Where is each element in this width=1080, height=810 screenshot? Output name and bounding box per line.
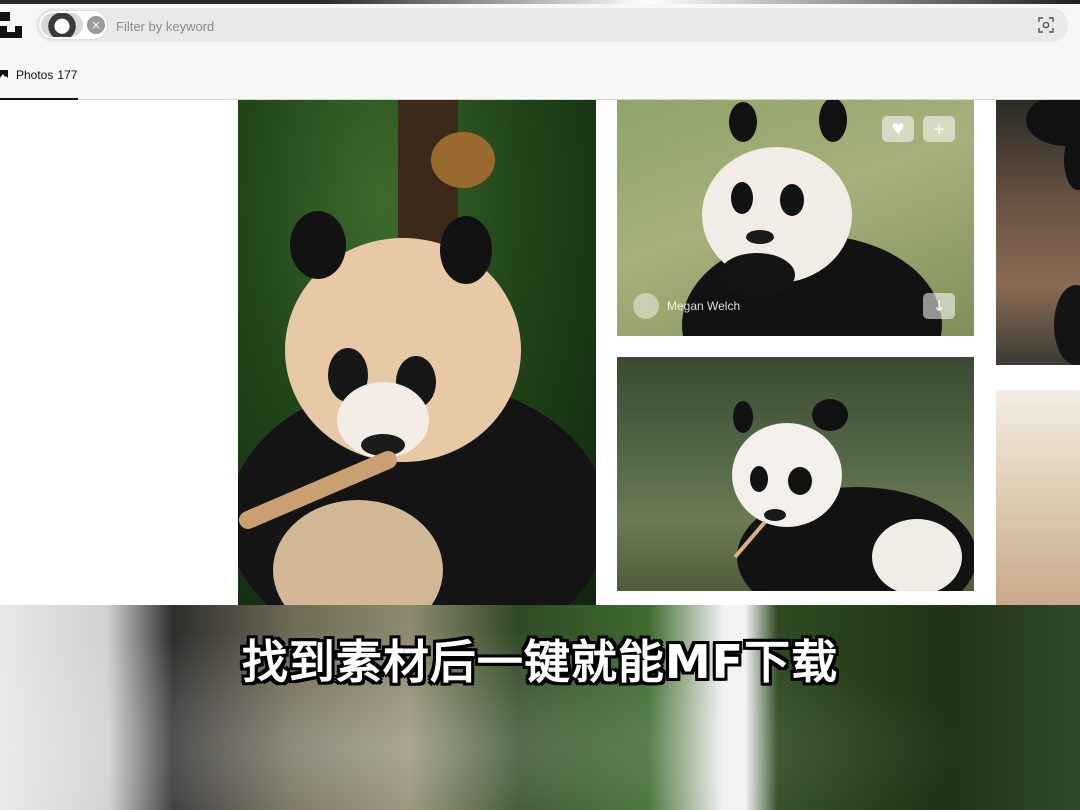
photo-panda-eating-bamboo[interactable] [238,100,596,605]
window-top-strip [0,0,1080,4]
tab-label: Photos 177 [16,68,77,82]
search-bar[interactable]: × [36,8,1068,44]
photo-partial-bottom[interactable] [996,390,1080,605]
photo-panda-partial-top-image [1026,100,1080,365]
photo-panda-partial-top[interactable] [996,100,1080,365]
tab-photos-label: Photos [16,68,54,82]
download-button[interactable]: ↓ [923,293,955,319]
author-name[interactable]: Megan Welch [667,299,740,313]
remove-chip-icon[interactable]: × [87,16,105,34]
photo-panda-on-lawn[interactable] [617,357,974,591]
logo-icon[interactable] [0,12,22,38]
add-to-collection-button[interactable]: + [923,116,955,142]
search-input[interactable] [114,8,1018,44]
photo-panda-sitting-grass[interactable]: ♥ + Megan Welch ↓ [617,100,974,336]
chip-thumbnail [41,13,83,37]
image-icon [0,70,8,79]
author-avatar[interactable] [633,293,659,319]
visual-search-icon[interactable] [1038,17,1054,33]
photo-panda-on-lawn-image [732,399,974,591]
top-bar: × Photos177 [0,0,1080,100]
image-search-chip[interactable]: × [39,11,107,39]
tab-photos-count: 177 [57,68,78,82]
like-button[interactable]: ♥ [882,116,914,142]
tab-photos[interactable]: Photos 177 [0,58,78,100]
photo-panda-eating-bamboo-image [238,100,596,605]
video-caption: 找到素材后一键就能MF下载 [241,635,839,689]
